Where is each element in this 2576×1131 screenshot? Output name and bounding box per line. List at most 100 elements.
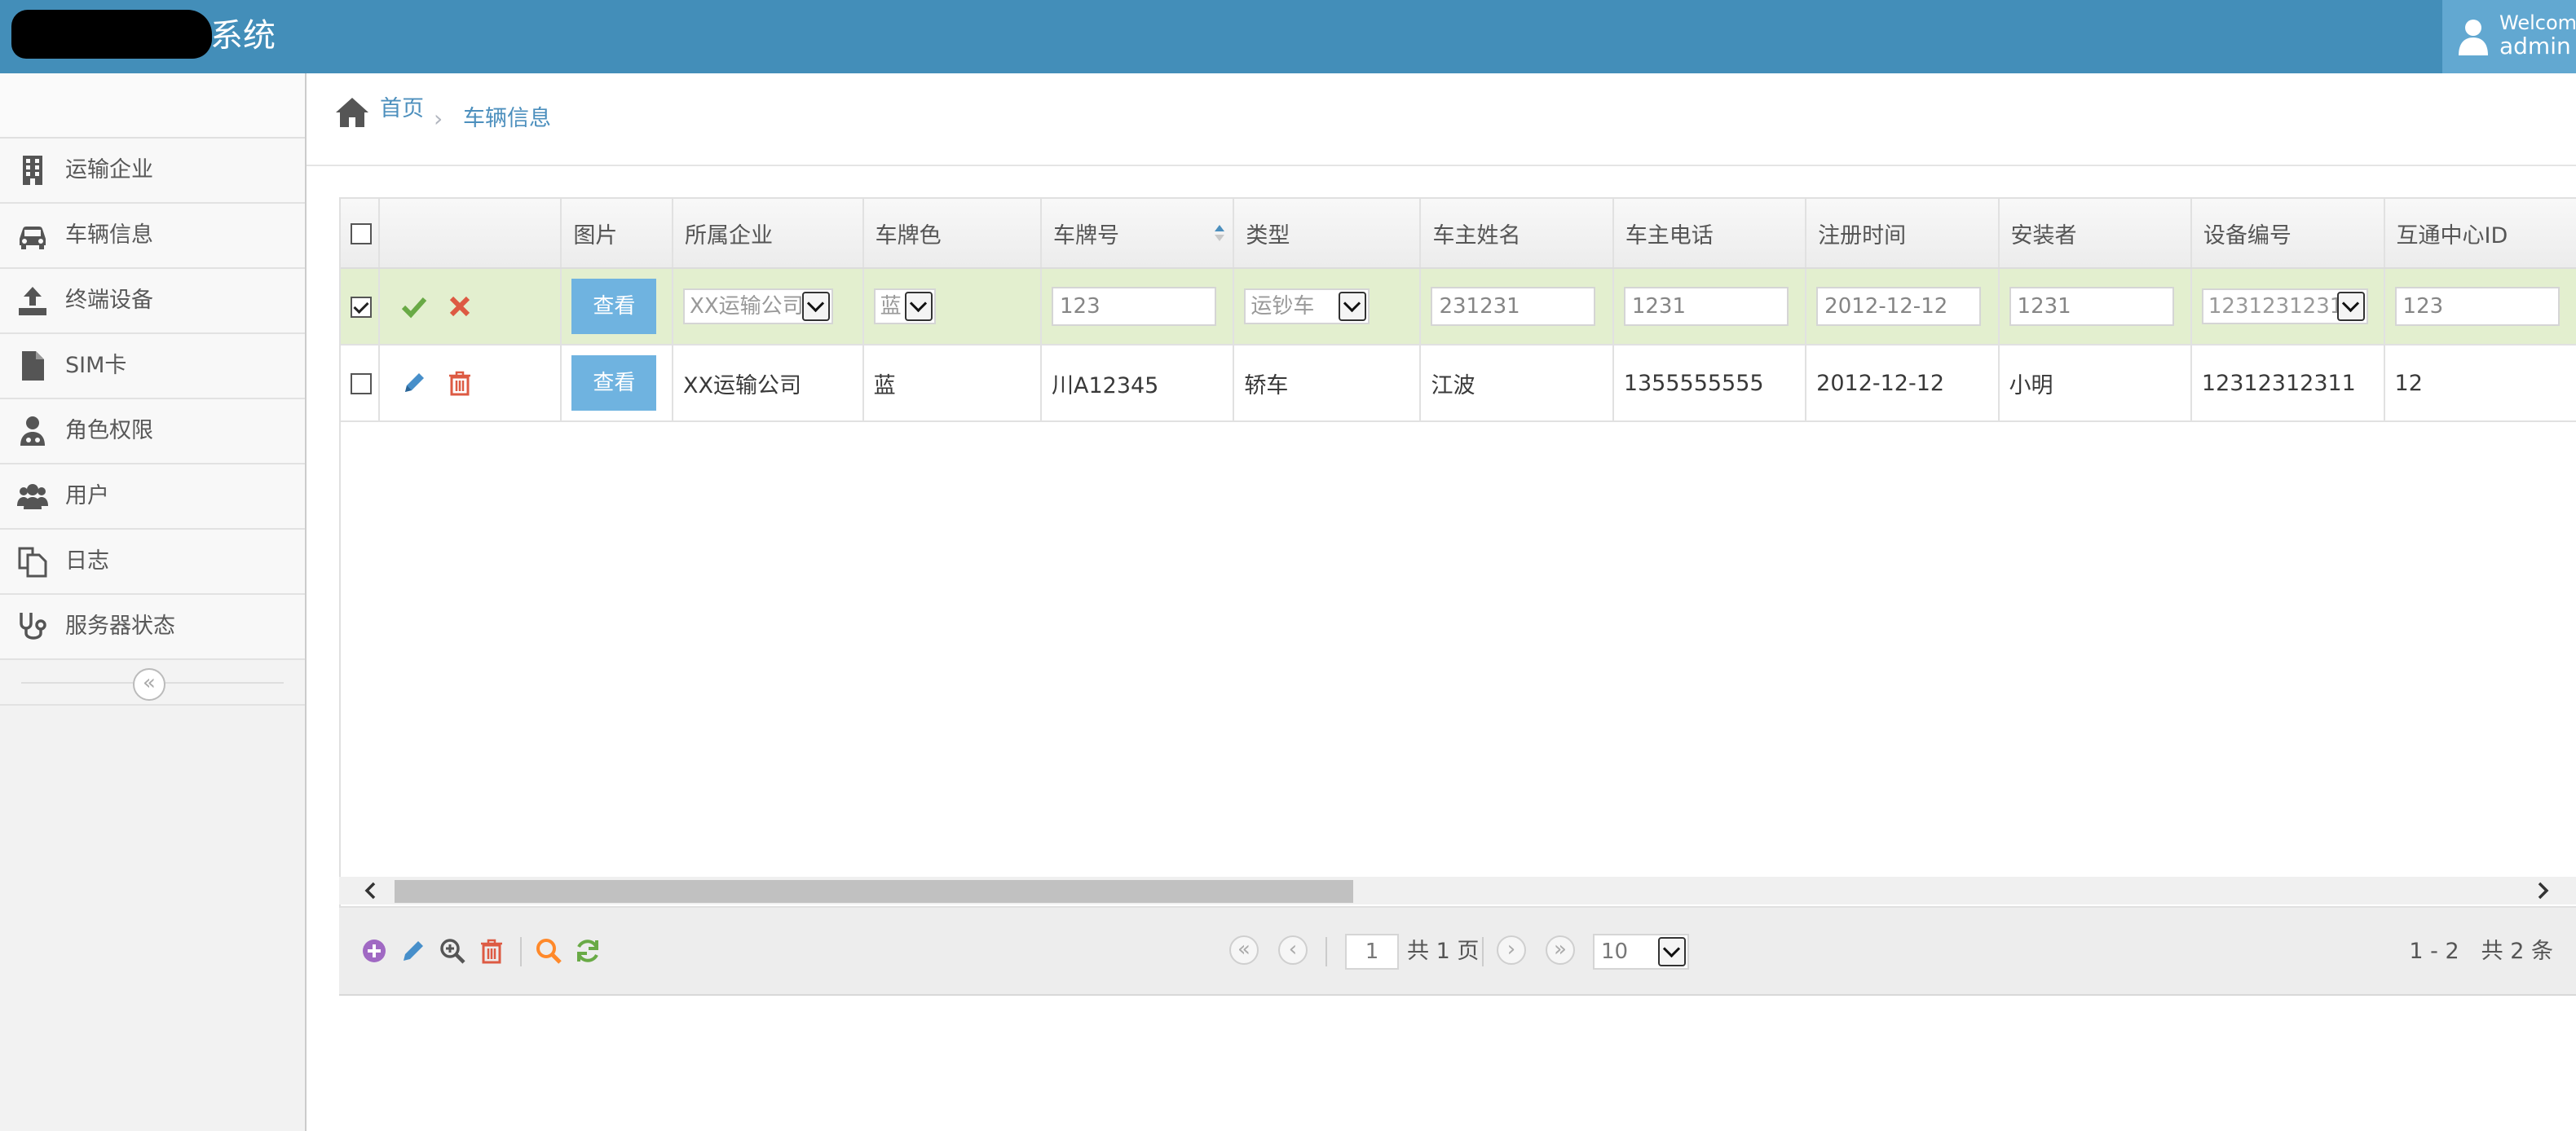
column-header-company[interactable]: 所属企业 [673, 199, 864, 269]
select-all-checkbox[interactable] [351, 223, 372, 244]
sidebar-item-label: 运输企业 [65, 157, 153, 183]
user-icon [2459, 20, 2488, 55]
column-header-owner-name[interactable]: 车主姓名 [1420, 199, 1614, 269]
prev-page-button[interactable]: ‹ [1278, 935, 1308, 965]
view-zoom-icon[interactable] [439, 937, 466, 965]
scroll-right-arrow-icon[interactable] [2534, 882, 2552, 900]
device-no-cell: 12312312311 [2190, 345, 2385, 422]
sidebar: 运输企业 车辆信息 终端设备 SIM卡 角色权限 用户 日志 服务器状态 « [0, 73, 307, 1131]
view-image-button[interactable]: 查看 [571, 279, 657, 334]
table-row[interactable]: 查看 XX运输公司 蓝 川A12345 轿车 江波 1355555555 201… [341, 345, 2576, 422]
center-id-input[interactable]: 123 [2394, 287, 2560, 326]
select-all-header[interactable] [341, 199, 380, 269]
column-header-plate-number[interactable]: 车牌号 [1041, 199, 1235, 269]
row-checkbox[interactable] [351, 297, 372, 318]
column-header-installer[interactable]: 安装者 [1998, 199, 2192, 269]
row-checkbox[interactable] [351, 373, 372, 394]
device-no-select[interactable]: 1231231231 [2201, 288, 2368, 324]
save-check-icon[interactable] [401, 293, 427, 319]
column-header-register-date[interactable]: 注册时间 [1806, 199, 2000, 269]
column-header-type[interactable]: 类型 [1233, 199, 1422, 269]
column-header-owner-phone[interactable]: 车主电话 [1612, 199, 1807, 269]
installer-input[interactable]: 1231 [2009, 287, 2174, 326]
owner-phone-cell: 1355555555 [1612, 345, 1807, 422]
sidebar-item-label: 角色权限 [65, 418, 153, 443]
sidebar-item-terminal-device[interactable]: 终端设备 [0, 269, 305, 334]
sidebar-item-vehicle-info[interactable]: 车辆信息 [0, 204, 305, 269]
plate-number-input[interactable]: 123 [1052, 287, 1216, 326]
sidebar-item-label: 日志 [65, 548, 109, 574]
center-id-cell: 123 [2384, 268, 2576, 345]
edit-pencil-icon[interactable] [401, 370, 427, 396]
file-icon [22, 351, 44, 381]
column-header-plate-color[interactable]: 车牌色 [862, 199, 1043, 269]
column-header-image[interactable]: 图片 [561, 199, 674, 269]
company-select[interactable]: XX运输公司 [683, 288, 834, 324]
cancel-x-icon[interactable] [447, 293, 473, 319]
scroll-left-arrow-icon[interactable] [362, 882, 380, 900]
select-value: 1231231231 [2208, 294, 2344, 319]
trash-icon[interactable] [447, 370, 473, 396]
sidebar-item-label: 终端设备 [65, 288, 153, 313]
select-value: 运钞车 [1251, 294, 1315, 319]
trash-icon[interactable] [478, 937, 505, 965]
sidebar-item-label: 车辆信息 [65, 222, 153, 248]
view-image-button[interactable]: 查看 [571, 355, 657, 411]
table-row-editing[interactable]: 查看 XX运输公司 蓝 123 运钞车 231231 1231 2012-12-… [341, 268, 2576, 345]
select-value: XX运输公司 [690, 294, 804, 319]
brand-title: 系统 [210, 17, 276, 55]
copy-icon [18, 547, 47, 578]
owner-phone-input[interactable]: 1231 [1623, 287, 1789, 326]
plate-number-cell: 123 [1041, 268, 1235, 345]
building-icon [23, 156, 42, 185]
row-actions-cell [378, 268, 562, 345]
sidebar-item-users[interactable]: 用户 [0, 464, 305, 530]
page-size-select[interactable]: 10 [1593, 934, 1689, 970]
next-page-button[interactable]: › [1497, 935, 1526, 965]
column-header-center-id[interactable]: 互通中心ID [2384, 199, 2576, 269]
add-icon[interactable] [360, 937, 388, 965]
pager-divider [1325, 937, 1327, 966]
grid-pager: « ‹ 1 共 1 页 › » 10 1 - 2 共 2 条 [339, 906, 2576, 996]
last-page-button[interactable]: » [1546, 935, 1575, 965]
sidebar-item-transport-company[interactable]: 运输企业 [0, 139, 305, 204]
column-header-label: 车牌号 [1053, 222, 1119, 249]
chevron-down-icon [904, 292, 933, 321]
user-menu[interactable]: Welcome, admin [2442, 0, 2576, 73]
sidebar-item-label: 服务器状态 [65, 614, 175, 639]
search-icon[interactable] [535, 937, 562, 965]
register-date-input[interactable]: 2012-12-12 [1816, 287, 1982, 326]
type-select[interactable]: 运钞车 [1244, 288, 1370, 324]
breadcrumb-home-link[interactable]: 首页 [380, 93, 424, 125]
vehicle-grid: 图片 所属企业 车牌色 车牌号 类型 车主姓名 车主电话 注册时间 安装者 设备… [339, 197, 2576, 996]
owner-name-cell: 231231 [1420, 268, 1614, 345]
owner-name-input[interactable]: 231231 [1431, 287, 1596, 326]
breadcrumb-current: 车辆信息 [463, 106, 551, 131]
scrollbar-thumb[interactable] [395, 880, 1353, 903]
page-number-input[interactable]: 1 [1345, 934, 1399, 970]
car-icon [20, 227, 46, 249]
sidebar-item-server-status[interactable]: 服务器状态 [0, 595, 305, 660]
sidebar-item-sim-card[interactable]: SIM卡 [0, 334, 305, 399]
chevron-down-icon [1658, 937, 1686, 966]
sidebar-item-log[interactable]: 日志 [0, 530, 305, 595]
company-cell: XX运输公司 [673, 345, 864, 422]
sidebar-item-role-permission[interactable]: 角色权限 [0, 399, 305, 464]
plate-color-cell: 蓝 [862, 345, 1043, 422]
edit-pencil-icon[interactable] [399, 937, 427, 965]
horizontal-scrollbar[interactable] [339, 877, 2576, 904]
type-cell: 轿车 [1233, 345, 1422, 422]
vehicle-table: 图片 所属企业 车牌色 车牌号 类型 车主姓名 车主电话 注册时间 安装者 设备… [341, 199, 2576, 422]
plate-color-select[interactable]: 蓝 [873, 288, 936, 324]
upload-icon [19, 287, 46, 315]
first-page-button[interactable]: « [1229, 935, 1259, 965]
row-select-cell[interactable] [341, 345, 380, 422]
column-header-device-no[interactable]: 设备编号 [2190, 199, 2385, 269]
sidebar-collapse-button[interactable]: « [133, 668, 165, 701]
refresh-icon[interactable] [574, 937, 602, 965]
plate-color-cell: 蓝 [862, 268, 1043, 345]
image-cell: 查看 [561, 268, 674, 345]
total-pages-text: 共 1 页 [1407, 939, 1480, 964]
row-select-cell[interactable] [341, 268, 380, 345]
company-cell: XX运输公司 [673, 268, 864, 345]
